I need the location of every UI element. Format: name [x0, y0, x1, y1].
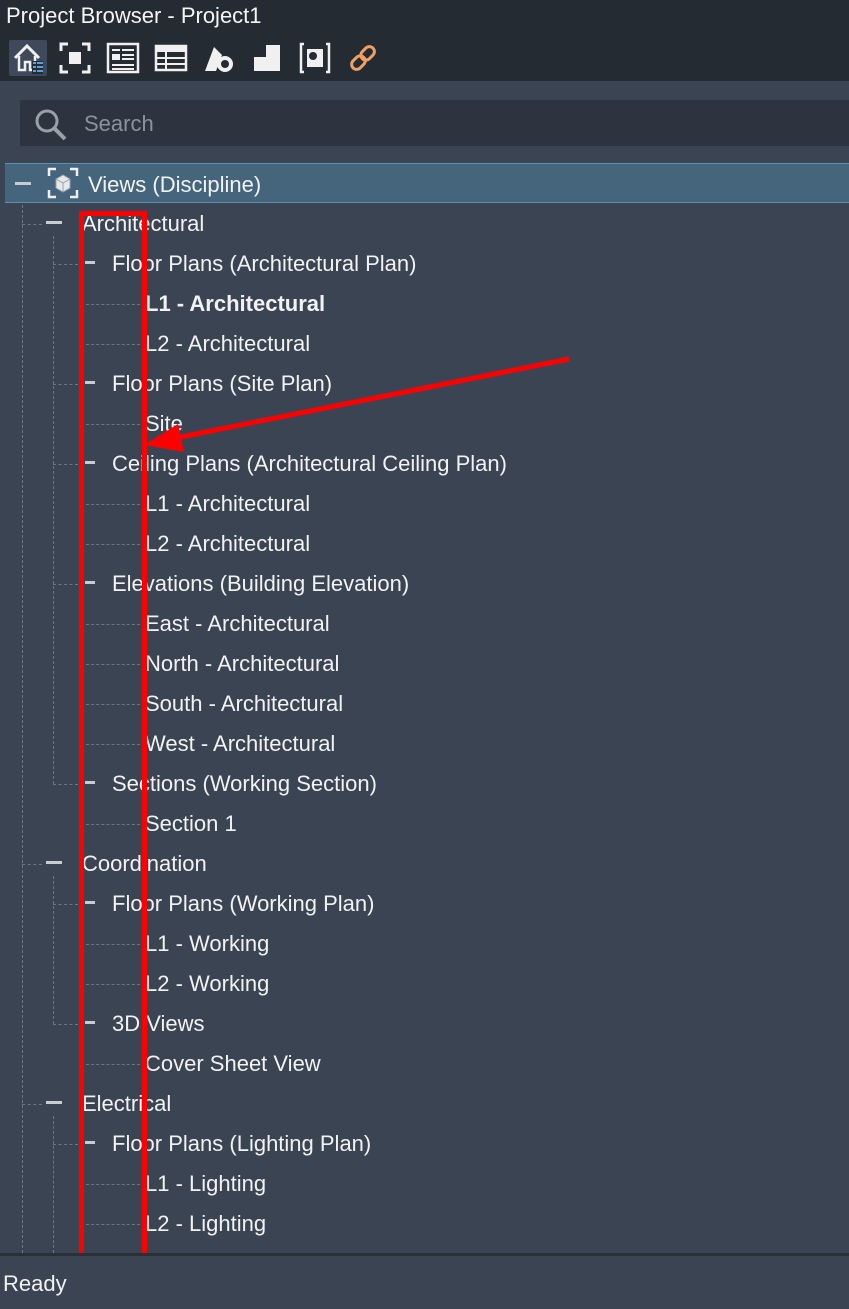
status-bar: Ready — [0, 1253, 849, 1309]
status-text: Ready — [3, 1271, 67, 1296]
annotation-arrow-icon — [144, 356, 570, 452]
